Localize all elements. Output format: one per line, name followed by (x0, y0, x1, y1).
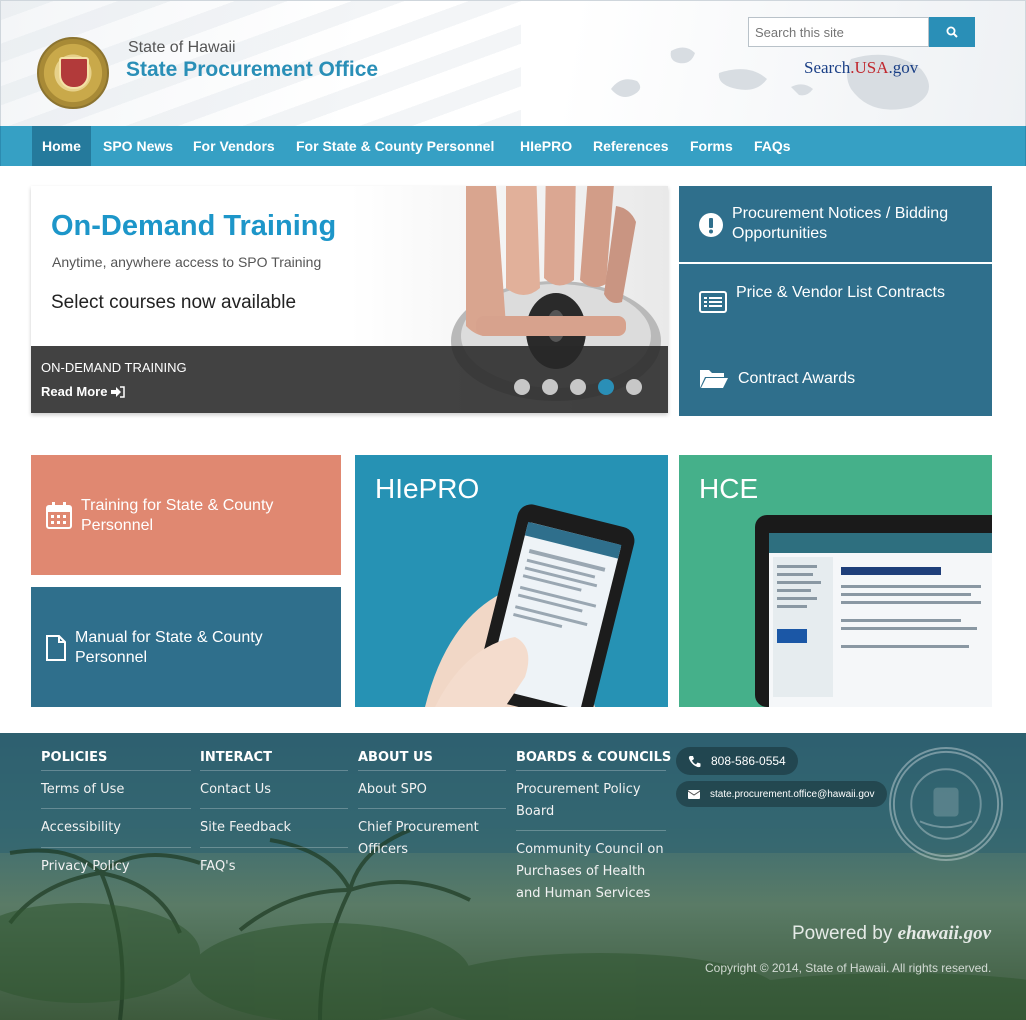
footer-boards-heading: BOARDS & COUNCILS (516, 750, 672, 765)
palm-trees-background (0, 733, 1026, 1020)
tile-training-personnel[interactable]: Training for State & County Personnel (31, 455, 341, 575)
footer-divider (200, 770, 348, 771)
search-usa-link[interactable]: Search.USA.gov (804, 58, 918, 78)
footer-link-policy-board[interactable]: Procurement Policy Board (516, 779, 656, 823)
state-seal-emblem (889, 747, 1003, 861)
nav-references[interactable]: References (583, 126, 679, 166)
phone-icon (688, 755, 701, 767)
nav-forms[interactable]: Forms (680, 126, 743, 166)
panel-contract-awards[interactable]: Contract Awards (679, 340, 992, 416)
envelope-icon (688, 789, 700, 799)
main-navigation: Home SPO News For Vendors For State & Co… (0, 126, 1026, 166)
hero-subtitle: Anytime, anywhere access to SPO Training (52, 254, 322, 270)
calendar-icon (46, 502, 72, 529)
site-title[interactable]: State Procurement Office (126, 58, 378, 82)
tile-manual-personnel[interactable]: Manual for State & County Personnel (31, 587, 341, 707)
powered-by-ehawaii[interactable]: Powered by ehawaii.gov (792, 923, 991, 945)
folder-open-icon (700, 370, 728, 388)
hero-title: On-Demand Training (51, 210, 337, 242)
footer-about-heading: ABOUT US (358, 750, 433, 765)
nav-for-vendors[interactable]: For Vendors (183, 126, 285, 166)
sign-in-arrow-icon (111, 385, 126, 398)
footer-phone[interactable]: 808-586-0554 (676, 747, 798, 775)
nav-faqs[interactable]: FAQs (744, 126, 801, 166)
footer-link-contact[interactable]: Contact Us (200, 779, 271, 801)
panel-label: Price & Vendor List Contracts (736, 284, 945, 301)
copyright-text: Copyright © 2014, State of Hawaii. All r… (705, 961, 992, 975)
slider-dot-5[interactable] (626, 379, 642, 395)
panel-price-vendor-list[interactable]: Price & Vendor List Contracts (679, 264, 992, 340)
footer-divider (41, 808, 191, 809)
hero-tagline: Select courses now available (51, 292, 297, 313)
nav-hiepro[interactable]: HIePRO (510, 126, 582, 166)
footer-link-accessibility[interactable]: Accessibility (41, 817, 121, 839)
read-more-link[interactable]: Read More (41, 384, 126, 399)
footer-link-chief-officers[interactable]: Chief Procurement Officers (358, 817, 498, 861)
nav-spo-news[interactable]: SPO News (93, 126, 183, 166)
nav-home[interactable]: Home (32, 126, 91, 166)
nav-state-county-personnel[interactable]: For State & County Personnel (286, 126, 504, 166)
state-name: State of Hawaii (128, 39, 236, 56)
footer-divider (200, 847, 348, 848)
tile-training-label: Training for State & County Personnel (81, 497, 274, 534)
caption-title: ON-DEMAND TRAINING (41, 360, 187, 375)
slider-dot-2[interactable] (542, 379, 558, 395)
footer-divider (358, 770, 506, 771)
tile-manual-label: Manual for State & County Personnel (75, 629, 263, 666)
footer-link-about-spo[interactable]: About SPO (358, 779, 427, 801)
footer-link-feedback[interactable]: Site Feedback (200, 817, 291, 839)
laptop-screenshot-image (755, 515, 992, 707)
search-button[interactable] (929, 17, 975, 47)
read-more-label: Read More (41, 384, 108, 399)
phone-in-hand-image (425, 504, 635, 707)
search-input[interactable] (748, 17, 929, 47)
search-icon (946, 26, 958, 38)
email-address: state.procurement.office@hawaii.gov (710, 788, 875, 800)
slider-dot-1[interactable] (514, 379, 530, 395)
footer-divider (200, 808, 348, 809)
phone-number: 808-586-0554 (711, 754, 786, 768)
footer-divider (358, 808, 506, 809)
footer-divider (41, 847, 191, 848)
ehawaii-logo: ehawaii.gov (897, 923, 992, 944)
slider-dot-4[interactable] (598, 379, 614, 395)
panel-label: Procurement Notices / Bidding Opportunit… (732, 205, 949, 242)
document-icon (46, 635, 66, 661)
panel-procurement-notices[interactable]: Procurement Notices / Bidding Opportunit… (679, 186, 992, 262)
slider-dot-3[interactable] (570, 379, 586, 395)
footer-link-privacy[interactable]: Privacy Policy (41, 856, 130, 878)
powered-by-label: Powered by (792, 923, 893, 944)
footer-policies-heading: POLICIES (41, 750, 108, 765)
panel-label: Contract Awards (738, 370, 856, 387)
site-header: State of Hawaii State Procurement Office… (0, 0, 1026, 126)
footer-interact-heading: INTERACT (200, 750, 272, 765)
footer-link-terms[interactable]: Terms of Use (41, 779, 124, 801)
footer-divider (516, 770, 666, 771)
tile-hce[interactable]: HCE (679, 455, 992, 707)
exclamation-icon (699, 213, 723, 237)
footer-divider (516, 830, 666, 831)
tile-hiepro[interactable]: HIePRO (355, 455, 668, 707)
footer-divider (41, 770, 191, 771)
footer-link-community-council[interactable]: Community Council on Purchases of Health… (516, 839, 668, 905)
footer-link-faqs[interactable]: FAQ's (200, 856, 236, 878)
footer-email[interactable]: state.procurement.office@hawaii.gov (676, 781, 887, 807)
hero-slider[interactable]: On-Demand Training Anytime, anywhere acc… (31, 186, 668, 413)
site-footer: POLICIES Terms of Use Accessibility Priv… (0, 733, 1026, 1020)
state-seal-logo[interactable] (37, 37, 109, 109)
list-icon (699, 291, 727, 313)
tile-hce-title: HCE (699, 473, 759, 504)
